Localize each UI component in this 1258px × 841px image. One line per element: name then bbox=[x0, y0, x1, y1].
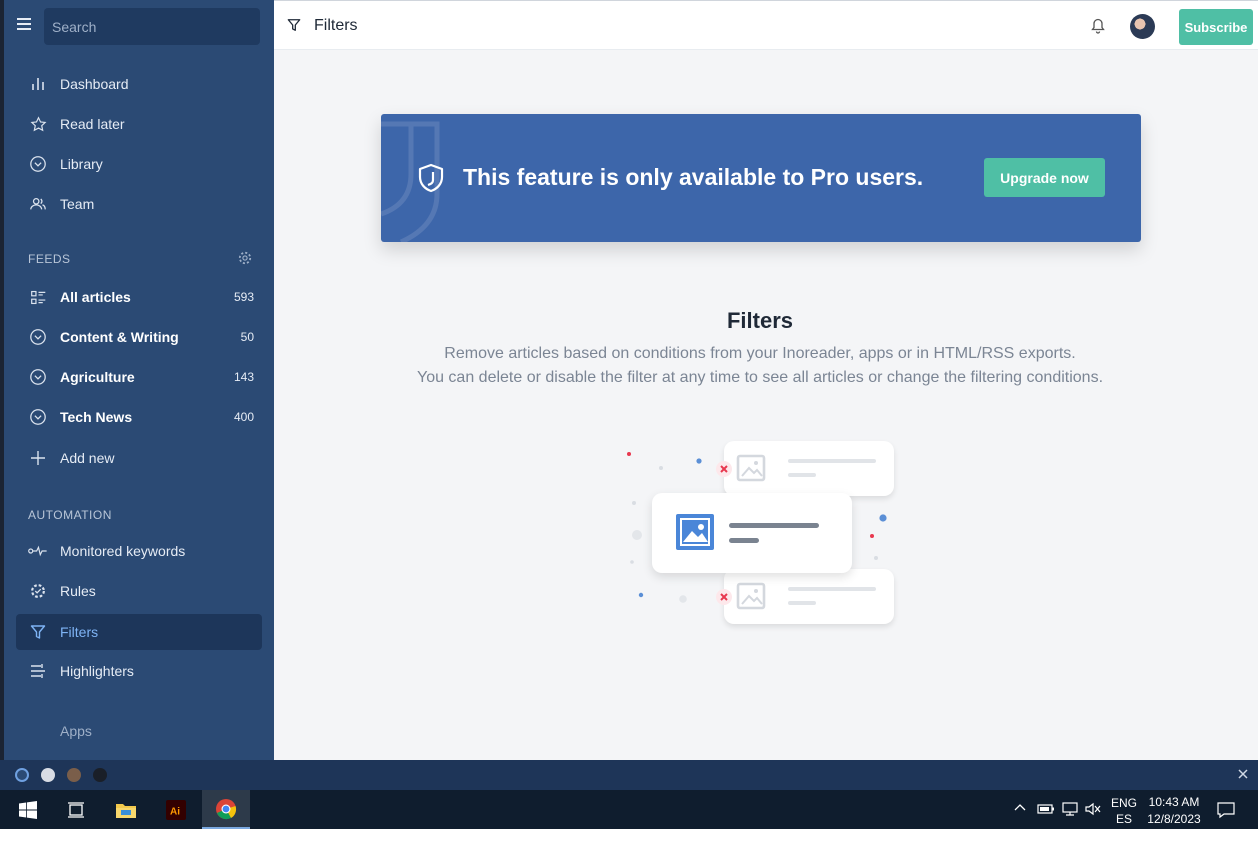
rejected-article-card bbox=[724, 569, 894, 624]
feed-tech-news[interactable]: Tech News 400 bbox=[16, 399, 262, 435]
chevron-circle-icon[interactable] bbox=[28, 367, 48, 387]
theme-bar bbox=[0, 760, 1258, 790]
sidebar-item-label: Monitored keywords bbox=[60, 543, 186, 559]
tray-chevron-icon[interactable] bbox=[1013, 801, 1027, 840]
rejected-article-card bbox=[724, 441, 894, 496]
banner-message: This feature is only available to Pro us… bbox=[463, 164, 924, 190]
highlighter-icon bbox=[28, 661, 48, 681]
sidebar-item-highlighters[interactable]: Highlighters bbox=[16, 653, 262, 689]
lang-primary: ENG bbox=[1110, 796, 1137, 810]
sidebar-item-label: Filters bbox=[60, 624, 99, 640]
chevron-circle-icon[interactable] bbox=[28, 407, 48, 427]
gear-icon[interactable] bbox=[238, 251, 252, 268]
keyword-pulse-icon bbox=[28, 541, 48, 561]
theme-dot-dark[interactable] bbox=[93, 768, 107, 782]
reject-x-icon bbox=[716, 589, 732, 605]
feed-label: All articles bbox=[60, 289, 131, 305]
sidebar-item-apps[interactable]: Apps bbox=[60, 723, 92, 739]
upgrade-now-button[interactable]: Upgrade now bbox=[984, 158, 1105, 197]
unread-count: 143 bbox=[233, 370, 254, 384]
close-icon[interactable] bbox=[1238, 766, 1248, 782]
chevron-circle-icon bbox=[28, 154, 48, 174]
filter-icon bbox=[287, 18, 301, 37]
rules-gear-icon bbox=[28, 581, 48, 601]
sidebar-item-team[interactable]: Team bbox=[16, 186, 262, 222]
file-explorer-icon[interactable] bbox=[102, 790, 150, 829]
task-view-icon[interactable] bbox=[52, 790, 100, 829]
plus-icon bbox=[28, 448, 48, 468]
sidebar-item-label: Highlighters bbox=[60, 663, 134, 679]
chevron-circle-icon[interactable] bbox=[28, 327, 48, 347]
bell-icon[interactable] bbox=[1091, 18, 1105, 39]
filters-illustration bbox=[614, 435, 904, 635]
unread-count: 50 bbox=[240, 330, 254, 344]
input-language[interactable]: ENG ES bbox=[1110, 795, 1138, 834]
unread-count: 400 bbox=[233, 410, 254, 424]
sidebar-item-monitored-keywords[interactable]: Monitored keywords bbox=[16, 533, 262, 569]
network-icon[interactable] bbox=[1061, 801, 1079, 840]
team-icon bbox=[28, 194, 48, 214]
chrome-icon[interactable] bbox=[202, 790, 250, 829]
sidebar-item-read-later[interactable]: Read later bbox=[16, 106, 262, 142]
pro-banner: This feature is only available to Pro us… bbox=[381, 114, 1141, 242]
filters-description-line-2: You can delete or disable the filter at … bbox=[416, 369, 1104, 386]
clock-date: 12/8/2023 bbox=[1147, 812, 1201, 826]
feed-label: Tech News bbox=[60, 409, 133, 425]
feed-agriculture[interactable]: Agriculture 143 bbox=[16, 359, 262, 395]
page-title: Filters bbox=[314, 17, 358, 34]
reject-x-icon bbox=[716, 461, 732, 477]
sidebar-item-label: Team bbox=[60, 196, 95, 212]
sidebar-item-label: Dashboard bbox=[60, 76, 129, 92]
add-new-feed-button[interactable]: Add new bbox=[16, 440, 262, 476]
theme-dot-light[interactable] bbox=[41, 768, 55, 782]
menu-icon[interactable] bbox=[17, 18, 31, 32]
avatar[interactable] bbox=[1130, 14, 1155, 39]
clock-time: 10:43 AM bbox=[1148, 795, 1200, 809]
star-icon bbox=[28, 114, 48, 134]
svg-text:Ai: Ai bbox=[170, 806, 180, 817]
windows-start-icon[interactable] bbox=[4, 790, 52, 829]
app-window: Search Dashboard Read later Library Team bbox=[0, 0, 1258, 790]
theme-dot-blue[interactable] bbox=[15, 768, 29, 782]
feeds-heading: FEEDS bbox=[28, 252, 71, 266]
list-icon bbox=[28, 287, 48, 307]
filters-heading: Filters bbox=[726, 308, 794, 333]
feed-all-articles[interactable]: All articles 593 bbox=[16, 279, 262, 315]
sidebar-item-filters[interactable]: Filters bbox=[16, 614, 262, 650]
lang-secondary: ES bbox=[1115, 812, 1132, 826]
automation-heading: AUTOMATION bbox=[28, 508, 112, 522]
bar-chart-icon bbox=[28, 74, 48, 94]
search-input[interactable]: Search bbox=[44, 8, 260, 45]
clock[interactable]: 10:43 AM 12/8/2023 bbox=[1146, 794, 1202, 833]
main-content: This feature is only available to Pro us… bbox=[274, 50, 1258, 760]
kept-article-card bbox=[652, 493, 852, 573]
notification-icon[interactable] bbox=[1216, 801, 1236, 840]
sidebar: Search Dashboard Read later Library Team bbox=[4, 0, 274, 760]
illustrator-icon[interactable]: Ai bbox=[152, 790, 200, 829]
os-taskbar: Ai ENG ES 10:43 AM 12/8/2023 bbox=[0, 790, 1258, 829]
subscribe-button[interactable]: Subscribe bbox=[1179, 9, 1253, 45]
feed-label: Agriculture bbox=[60, 369, 135, 385]
shield-icon bbox=[417, 163, 445, 198]
sidebar-item-label: Rules bbox=[60, 583, 96, 599]
battery-icon[interactable] bbox=[1037, 802, 1055, 841]
theme-dot-brown[interactable] bbox=[67, 768, 81, 782]
feed-content-writing[interactable]: Content & Writing 50 bbox=[16, 319, 262, 355]
filters-description-line-1: Remove articles based on conditions from… bbox=[444, 345, 1076, 362]
sidebar-item-dashboard[interactable]: Dashboard bbox=[16, 66, 262, 102]
unread-count: 593 bbox=[233, 290, 254, 304]
feed-label: Content & Writing bbox=[60, 329, 179, 345]
volume-muted-icon[interactable] bbox=[1084, 801, 1102, 840]
filter-icon bbox=[28, 622, 48, 642]
sidebar-item-rules[interactable]: Rules bbox=[16, 573, 262, 609]
sidebar-item-library[interactable]: Library bbox=[16, 146, 262, 182]
sidebar-item-label: Library bbox=[60, 156, 103, 172]
add-new-label: Add new bbox=[60, 450, 115, 466]
sidebar-item-label: Read later bbox=[60, 116, 125, 132]
header: Filters Subscribe bbox=[274, 0, 1258, 50]
